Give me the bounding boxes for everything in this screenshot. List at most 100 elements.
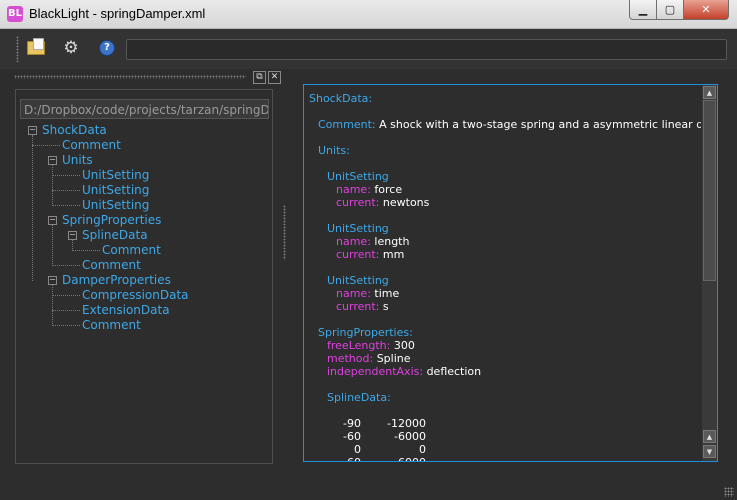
help-icon: ? — [99, 40, 115, 56]
unit-name-line: name: time — [336, 287, 399, 300]
maximize-button[interactable]: ▢ — [657, 0, 684, 20]
unit-current-value: s — [382, 300, 389, 313]
free-length-line: freeLength: 300 — [327, 339, 415, 352]
tree-item-extensiondata[interactable]: ExtensionData — [82, 303, 170, 318]
tree-item-unitsetting[interactable]: UnitSetting — [82, 198, 149, 213]
open-folder-icon — [27, 38, 45, 55]
minimize-button[interactable]: ▁ — [629, 0, 657, 20]
spline-y-value: -6000 — [394, 430, 426, 443]
toolbar-path-field[interactable] — [126, 39, 727, 60]
dock-float-button[interactable]: ⧉ — [253, 71, 266, 84]
help-button[interactable]: ? — [96, 37, 118, 59]
free-length-key: freeLength: — [327, 339, 391, 352]
independent-axis-key: independentAxis: — [327, 365, 424, 378]
document-view: ShockData: Comment: A shock with a two-s… — [303, 84, 718, 462]
unit-name-value: force — [374, 183, 403, 196]
unit-current-line: current: newtons — [336, 196, 429, 209]
tree-item-comment[interactable]: Comment — [102, 243, 161, 258]
panel-splitter[interactable] — [283, 205, 286, 260]
file-path-field[interactable]: D:/Dropbox/code/projects/tarzan/springDa… — [20, 99, 269, 119]
tree-connector — [52, 190, 80, 191]
tree-connector — [52, 325, 80, 326]
unit-name-value: time — [374, 287, 400, 300]
scroll-thumb[interactable] — [703, 100, 716, 281]
open-file-button[interactable] — [25, 37, 47, 59]
unit-name-key: name: — [336, 183, 371, 196]
spline-data-key: SplineData: — [327, 391, 391, 404]
collapse-toggle-icon[interactable]: − — [28, 126, 37, 135]
unit-current-value: newtons — [382, 196, 430, 209]
tree-connector — [52, 225, 53, 266]
spring-properties-key: SpringProperties: — [318, 326, 413, 339]
unit-name-key: name: — [336, 235, 371, 248]
tree-item-shockdata[interactable]: ShockData — [42, 123, 107, 138]
unit-name-line: name: force — [336, 183, 402, 196]
unit-current-value: mm — [382, 248, 405, 261]
unit-current-key: current: — [336, 300, 380, 313]
tree-connector — [52, 265, 80, 266]
method-key: method: — [327, 352, 374, 365]
unit-current-line: current: mm — [336, 248, 404, 261]
tree-item-comment[interactable]: Comment — [82, 258, 141, 273]
app-logo-icon: BL — [7, 6, 23, 22]
scroll-up-button[interactable]: ▲ — [703, 86, 716, 99]
tree-panel: D:/Dropbox/code/projects/tarzan/springDa… — [15, 89, 273, 464]
free-length-value: 300 — [393, 339, 415, 352]
tree-connector — [72, 250, 100, 251]
dock-title-grip[interactable] — [14, 75, 246, 79]
unit-name-value: length — [374, 235, 410, 248]
vertical-scrollbar[interactable]: ▲ ▲ ▼ — [702, 85, 717, 461]
spline-y-value: -12000 — [387, 417, 426, 430]
app-window: BL BlackLight - springDamper.xml ▁ ▢ ✕ ⚙… — [0, 0, 737, 500]
spline-y-value: 0 — [419, 443, 426, 456]
collapse-toggle-icon[interactable]: − — [68, 231, 77, 240]
tree-item-comment[interactable]: Comment — [82, 318, 141, 333]
tree-item-springproperties[interactable]: SpringProperties — [62, 213, 161, 228]
tree-connector — [52, 205, 80, 206]
spline-x-value: -90 — [343, 417, 361, 430]
units-key: Units: — [318, 144, 350, 157]
toolbar-grip[interactable] — [16, 36, 19, 62]
tree-connector — [52, 310, 80, 311]
window-controls: ▁ ▢ ✕ — [629, 0, 729, 20]
comment-key: Comment: — [318, 118, 376, 131]
method-line: method: Spline — [327, 352, 411, 365]
close-button[interactable]: ✕ — [684, 0, 729, 20]
spline-x-value: 0 — [354, 443, 361, 456]
unit-current-line: current: s — [336, 300, 389, 313]
tree-connector — [52, 295, 80, 296]
tree-item-compressiondata[interactable]: CompressionData — [82, 288, 189, 303]
tree-connector — [52, 285, 53, 326]
tree-connector — [72, 240, 73, 251]
unit-setting-title: UnitSetting — [327, 170, 389, 183]
tree-item-unitsetting[interactable]: UnitSetting — [82, 168, 149, 183]
independent-axis-value: deflection — [426, 365, 482, 378]
comment-line: Comment: A shock with a two-stage spring… — [318, 118, 701, 131]
unit-current-key: current: — [336, 196, 380, 209]
title-bar[interactable]: BL BlackLight - springDamper.xml ▁ ▢ ✕ — [0, 0, 737, 29]
tree-item-damperproperties[interactable]: DamperProperties — [62, 273, 171, 288]
window-title: BlackLight - springDamper.xml — [29, 6, 206, 21]
document-content: ShockData: Comment: A shock with a two-s… — [304, 85, 701, 461]
resize-grip[interactable] — [724, 487, 734, 497]
tree-item-unitsetting[interactable]: UnitSetting — [82, 183, 149, 198]
independent-axis-line: independentAxis: deflection — [327, 365, 481, 378]
collapse-toggle-icon[interactable]: − — [48, 216, 57, 225]
settings-button[interactable]: ⚙ — [60, 37, 82, 59]
method-value: Spline — [376, 352, 411, 365]
tree-connector — [52, 165, 53, 206]
unit-current-key: current: — [336, 248, 380, 261]
dock-close-button[interactable]: ✕ — [268, 71, 281, 84]
scroll-down-button[interactable]: ▼ — [703, 445, 716, 458]
unit-name-key: name: — [336, 287, 371, 300]
tree-item-splinedata[interactable]: SplineData — [82, 228, 148, 243]
tree-item-units[interactable]: Units — [62, 153, 93, 168]
unit-setting-title: UnitSetting — [327, 222, 389, 235]
tree-item-comment[interactable]: Comment — [62, 138, 121, 153]
scroll-up-button-lower[interactable]: ▲ — [703, 430, 716, 443]
tree-connector — [32, 145, 60, 146]
unit-name-line: name: length — [336, 235, 409, 248]
collapse-toggle-icon[interactable]: − — [48, 156, 57, 165]
unit-setting-title: UnitSetting — [327, 274, 389, 287]
collapse-toggle-icon[interactable]: − — [48, 276, 57, 285]
